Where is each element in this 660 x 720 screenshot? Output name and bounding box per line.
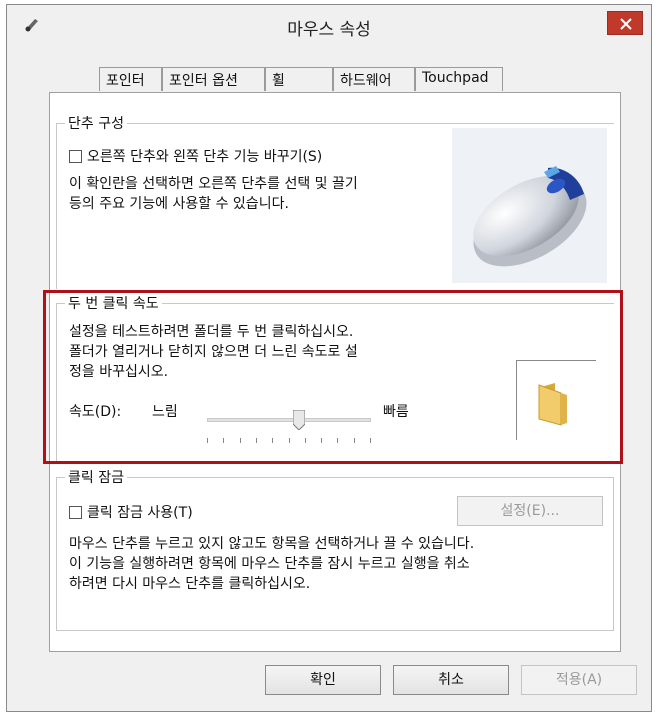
highlight-box	[43, 290, 623, 464]
dialog-window: 마우스 속성 포인터 포인터 옵션 휠 하드웨어 Touchpad 단추 구성 …	[6, 4, 652, 712]
click-lock-settings-button[interactable]: 설정(E)...	[457, 496, 603, 526]
click-lock-checkbox[interactable]: 클릭 잠금 사용(T)	[69, 502, 193, 522]
title-bar[interactable]: 마우스 속성	[7, 5, 651, 43]
tab-touchpad[interactable]: Touchpad	[415, 67, 503, 91]
tab-pointer[interactable]: 포인터	[99, 67, 162, 91]
tab-hardware[interactable]: 하드웨어	[333, 67, 415, 91]
window-title: 마우스 속성	[287, 20, 371, 40]
click-lock-group: 클릭 잠금 클릭 잠금 사용(T) 설정(E)... 마우스 단추를 누르고 있…	[56, 467, 614, 631]
close-button[interactable]	[607, 11, 643, 35]
tab-wheel[interactable]: 휠	[265, 67, 333, 91]
cancel-button[interactable]: 취소	[393, 665, 509, 695]
tab-pointer-options[interactable]: 포인터 옵션	[162, 67, 265, 91]
mouse-image	[452, 128, 607, 283]
close-icon	[620, 18, 632, 30]
ok-button[interactable]: 확인	[265, 665, 381, 695]
click-lock-description: 마우스 단추를 누르고 있지 않고도 항목을 선택하거나 끌 수 있습니다. 이…	[69, 536, 475, 592]
button-config-legend: 단추 구성	[65, 113, 127, 133]
checkbox-box[interactable]	[69, 505, 82, 519]
click-lock-label[interactable]: 클릭 잠금 사용(T)	[87, 502, 193, 522]
swap-buttons-checkbox[interactable]: 오른쪽 단추와 왼쪽 단추 기능 바꾸기(S)	[69, 146, 322, 166]
apply-button[interactable]: 적용(A)	[521, 665, 637, 695]
click-lock-legend: 클릭 잠금	[65, 467, 127, 487]
swap-buttons-label[interactable]: 오른쪽 단추와 왼쪽 단추 기능 바꾸기(S)	[87, 146, 322, 166]
button-config-description: 이 확인란을 선택하면 오른쪽 단추를 선택 및 끌기 등의 주요 기능에 사용…	[69, 176, 358, 212]
checkbox-box[interactable]	[69, 149, 82, 163]
